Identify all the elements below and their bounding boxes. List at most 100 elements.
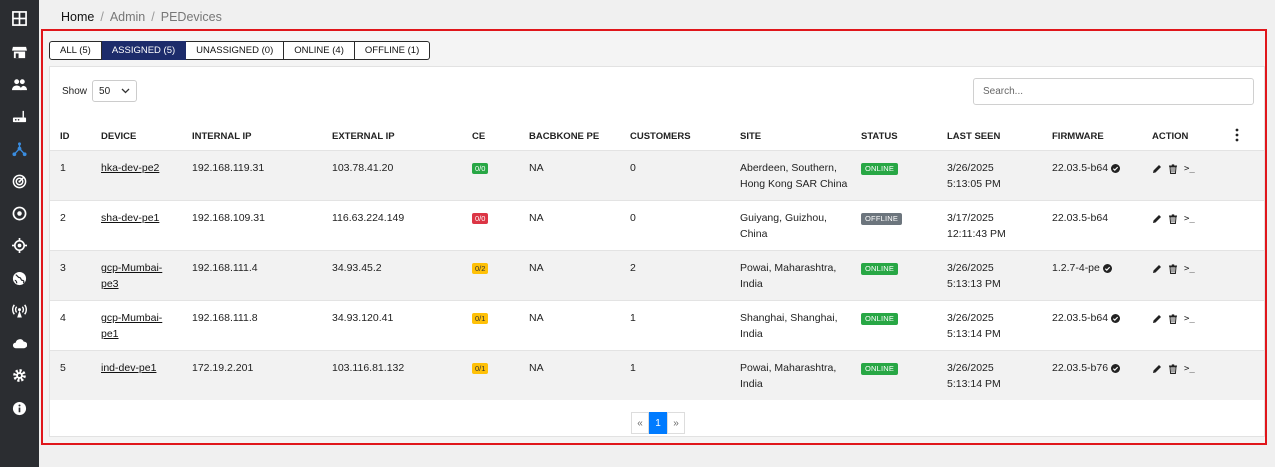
delete-icon[interactable] <box>1168 164 1178 174</box>
edit-icon[interactable] <box>1152 364 1162 374</box>
breadcrumb-separator: / <box>151 10 155 24</box>
dashboard-grid-icon[interactable] <box>0 7 39 29</box>
edit-icon[interactable] <box>1152 214 1162 224</box>
device-link[interactable]: gcp-Mumbai-pe3 <box>101 260 162 292</box>
cell-status: ONLINE <box>861 160 899 176</box>
col-site[interactable]: SITE <box>740 131 761 142</box>
delete-icon[interactable] <box>1168 264 1178 274</box>
cell-firmware: 22.03.5-b64 <box>1052 210 1108 226</box>
target-icon[interactable] <box>0 202 39 224</box>
delete-icon[interactable] <box>1168 314 1178 324</box>
delete-icon[interactable] <box>1168 364 1178 374</box>
terminal-icon[interactable]: >_ <box>1184 361 1195 377</box>
cell-internal-ip: 192.168.111.8 <box>192 312 258 324</box>
tab-assigned[interactable]: ASSIGNED (5) <box>101 41 187 60</box>
column-menu-icon[interactable] <box>1235 128 1239 142</box>
cell-site: Powai, Maharashtra, India <box>740 260 836 292</box>
col-ce[interactable]: CE <box>472 131 485 142</box>
edit-icon[interactable] <box>1152 164 1162 174</box>
users-icon[interactable] <box>0 73 39 95</box>
col-customers[interactable]: CUSTOMERS <box>630 131 691 142</box>
ce-badge: 0/0 <box>472 213 489 224</box>
col-last-seen[interactable]: LAST SEEN <box>947 131 1000 142</box>
store-icon[interactable] <box>0 41 39 63</box>
edit-icon[interactable] <box>1152 264 1162 274</box>
info-icon[interactable] <box>0 397 39 419</box>
cloud-icon[interactable] <box>0 332 39 354</box>
device-link[interactable]: gcp-Mumbai-pe1 <box>101 310 162 342</box>
breadcrumb-admin[interactable]: Admin <box>110 10 145 24</box>
gear-icon[interactable] <box>0 364 39 386</box>
cell-site: Guiyang, Guizhou, China <box>740 210 827 242</box>
tab-offline[interactable]: OFFLINE (1) <box>354 41 431 60</box>
tab-all[interactable]: ALL (5) <box>49 41 102 60</box>
cell-backbone-pe: NA <box>529 212 544 224</box>
search-input[interactable] <box>973 78 1254 105</box>
cell-external-ip: 116.63.224.149 <box>332 212 405 224</box>
device-link[interactable]: ind-dev-pe1 <box>101 360 156 376</box>
cell-status: ONLINE <box>861 360 899 376</box>
col-device[interactable]: DEVICE <box>101 131 136 142</box>
verified-icon <box>1102 263 1112 273</box>
terminal-icon[interactable]: >_ <box>1184 311 1195 327</box>
cell-customers: 0 <box>630 162 636 174</box>
status-badge: ONLINE <box>861 313 899 325</box>
terminal-icon[interactable]: >_ <box>1184 161 1195 177</box>
pagination-next[interactable]: » <box>667 412 685 434</box>
site-line2: India <box>740 328 763 340</box>
table-row: 2 sha-dev-pe1 192.168.109.31 116.63.224.149… <box>50 200 1264 250</box>
pagination-page-1[interactable]: 1 <box>649 412 667 434</box>
tab-unassigned[interactable]: UNASSIGNED (0) <box>186 41 285 60</box>
page-size-select[interactable]: 50 <box>92 80 138 102</box>
cell-id: 5 <box>60 362 66 374</box>
cell-last-seen: 3/26/2025 5:13:13 PM <box>947 260 1001 292</box>
device-name-line2: pe1 <box>101 328 119 340</box>
breadcrumb-current: PEDevices <box>160 10 222 24</box>
router-icon[interactable] <box>0 105 39 127</box>
pagination-prev[interactable]: « <box>631 412 649 434</box>
cell-id: 3 <box>60 262 66 274</box>
cell-actions: >_ <box>1152 211 1195 227</box>
cell-backbone-pe: NA <box>529 362 544 374</box>
crosshair-icon[interactable] <box>0 234 39 256</box>
cell-ce: 0/1 <box>472 360 489 376</box>
col-firmware[interactable]: FIRMWARE <box>1052 131 1104 142</box>
tab-online[interactable]: ONLINE (4) <box>284 41 355 60</box>
site-line1: Shanghai, Shanghai, <box>740 312 838 324</box>
terminal-icon[interactable]: >_ <box>1184 261 1195 277</box>
device-name-line2: pe3 <box>101 278 119 290</box>
device-link[interactable]: hka-dev-pe2 <box>101 160 159 176</box>
globe-icon[interactable] <box>0 267 39 289</box>
firmware-version: 22.03.5-b64 <box>1052 162 1109 174</box>
breadcrumb-home[interactable]: Home <box>61 10 94 24</box>
cell-last-seen: 3/26/2025 5:13:14 PM <box>947 310 1001 342</box>
device-name-line1: sha-dev-pe1 <box>101 212 160 224</box>
cell-ce: 0/0 <box>472 210 489 226</box>
table-header: ID DEVICE INTERNAL IP EXTERNAL IP CE BAC… <box>50 122 1264 150</box>
cell-ce: 0/2 <box>472 260 489 276</box>
cell-id: 4 <box>60 312 66 324</box>
last-seen-date: 3/26/2025 <box>947 362 994 374</box>
radar-icon[interactable] <box>0 170 39 192</box>
device-link[interactable]: sha-dev-pe1 <box>101 210 159 226</box>
edit-icon[interactable] <box>1152 314 1162 324</box>
cell-internal-ip: 192.168.109.31 <box>192 212 265 224</box>
cell-status: OFFLINE <box>861 210 903 226</box>
col-internal-ip[interactable]: INTERNAL IP <box>192 131 251 142</box>
col-status[interactable]: STATUS <box>861 131 898 142</box>
network-topology-icon[interactable] <box>0 138 39 160</box>
last-seen-time: 5:13:14 PM <box>947 328 1001 340</box>
site-line2: India <box>740 378 763 390</box>
cell-customers: 0 <box>630 212 636 224</box>
cell-external-ip: 103.116.81.132 <box>332 362 405 374</box>
col-external-ip[interactable]: EXTERNAL IP <box>332 131 395 142</box>
antenna-icon[interactable] <box>0 299 39 321</box>
cell-external-ip: 34.93.45.2 <box>332 262 382 274</box>
cell-actions: >_ <box>1152 311 1195 327</box>
table-row: 1 hka-dev-pe2 192.168.119.31 103.78.41.20 0/… <box>50 150 1264 200</box>
ce-badge: 0/0 <box>472 163 489 174</box>
delete-icon[interactable] <box>1168 214 1178 224</box>
terminal-icon[interactable]: >_ <box>1184 211 1195 227</box>
col-id[interactable]: ID <box>60 131 70 142</box>
col-backbone-pe[interactable]: BACBKONE PE <box>529 131 599 142</box>
